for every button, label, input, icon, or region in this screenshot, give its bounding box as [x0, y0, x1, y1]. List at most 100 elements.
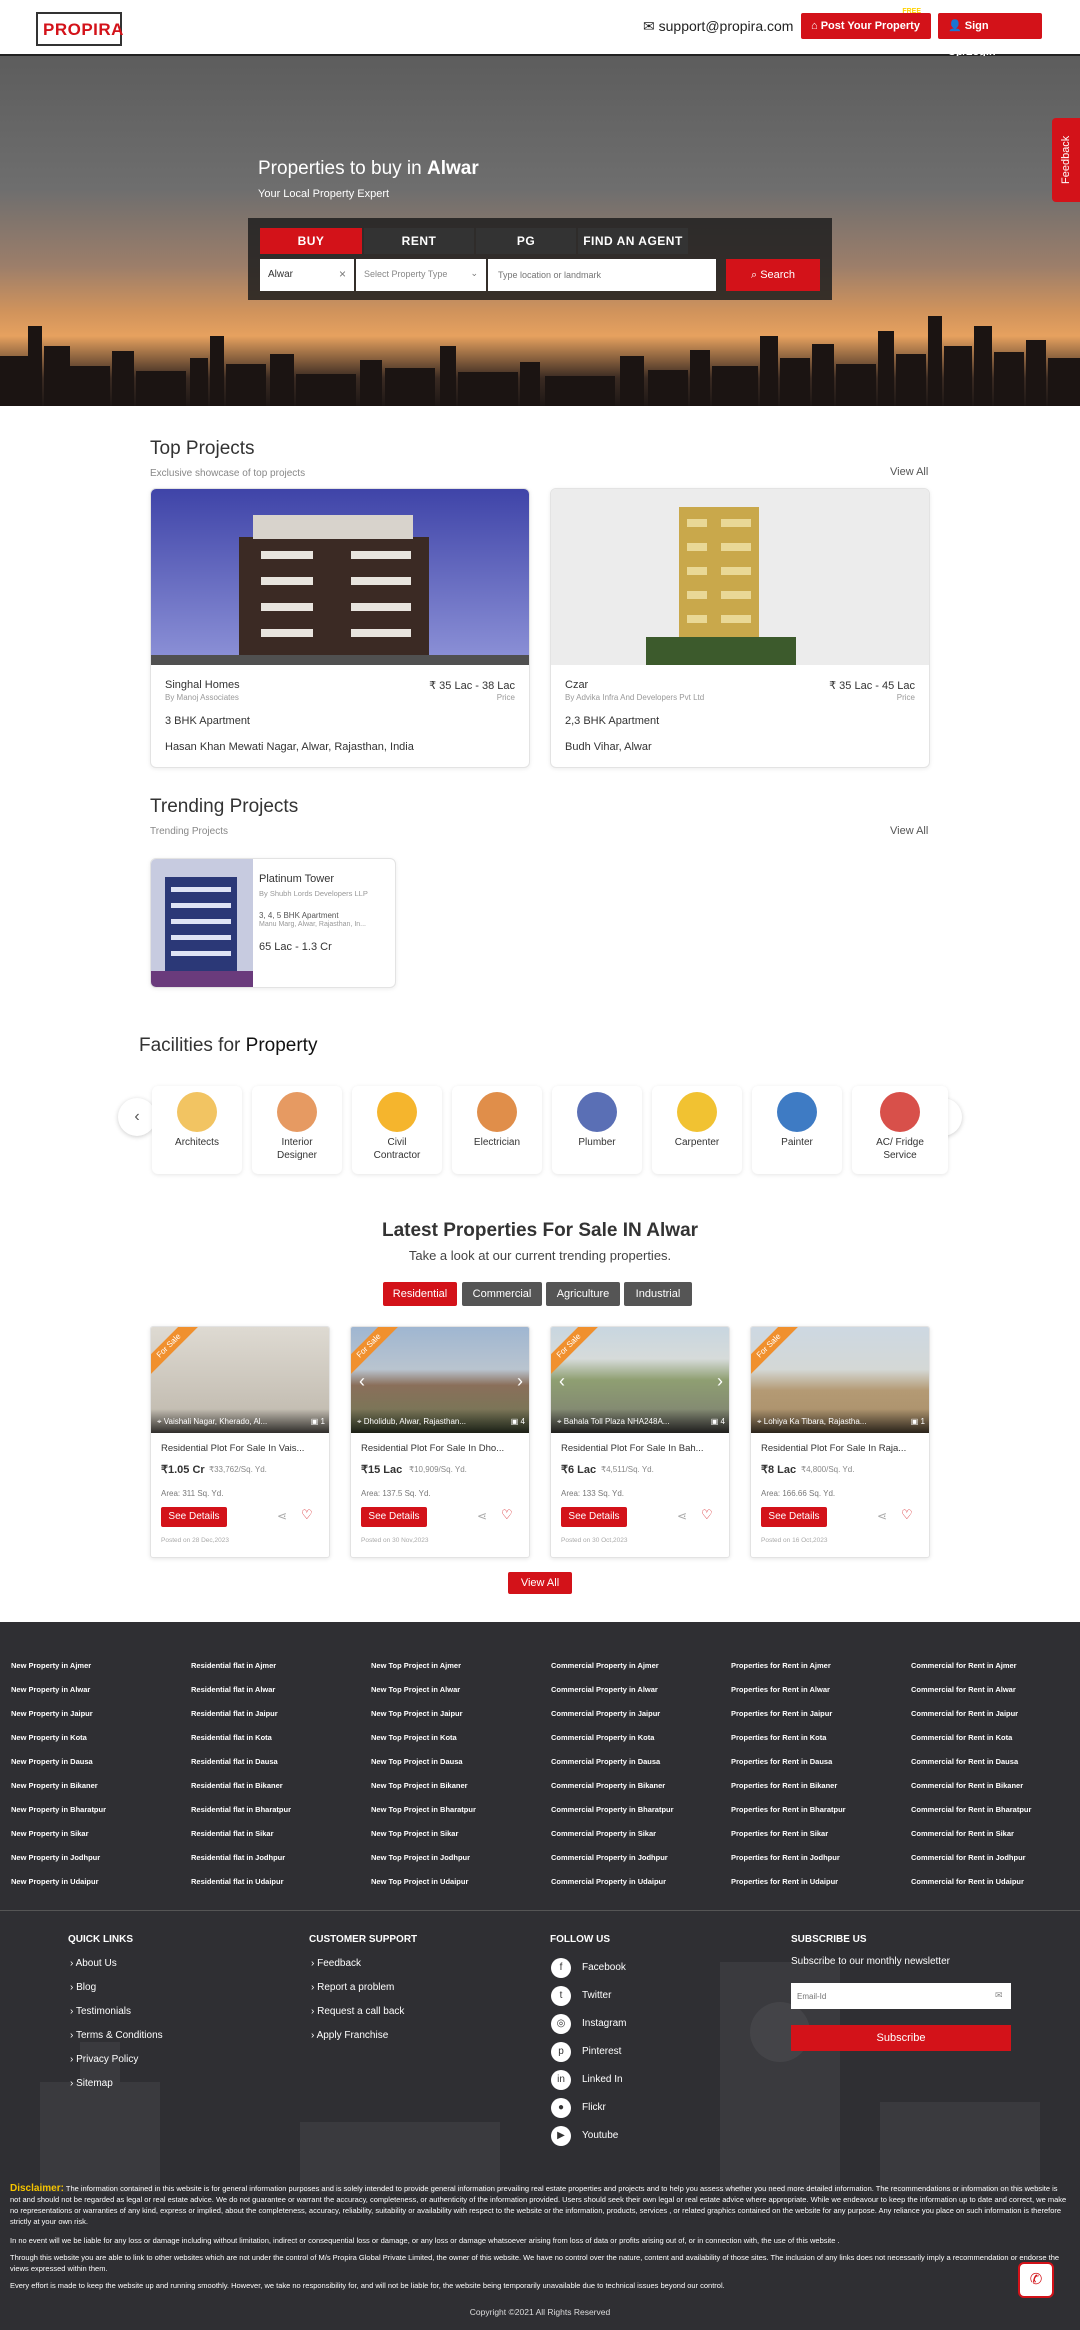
facility-interior-designer[interactable]: Interior Designer	[252, 1086, 342, 1174]
support-link-franchise[interactable]: › Apply Franchise	[311, 2030, 388, 2041]
category-industrial[interactable]: Industrial	[624, 1282, 692, 1306]
newsletter-email-input[interactable]	[791, 1983, 1011, 2009]
social-flickr[interactable]: Flickr	[582, 2102, 606, 2113]
see-details-button[interactable]: See Details	[561, 1507, 627, 1527]
facility-plumber[interactable]: Plumber	[552, 1086, 642, 1174]
city-link[interactable]: Commercial Property in Bikaner	[551, 1781, 665, 1790]
image-next-arrow[interactable]: ›	[517, 1371, 523, 1392]
city-link[interactable]: Commercial Property in Jaipur	[551, 1709, 660, 1718]
property-card[interactable]: For Sale ‹ › ⌖ Dholidub, Alwar, Rajastha…	[350, 1326, 530, 1558]
city-link[interactable]: New Top Project in Udaipur	[371, 1877, 468, 1886]
city-link[interactable]: New Property in Udaipur	[11, 1877, 99, 1886]
city-link[interactable]: New Top Project in Ajmer	[371, 1661, 461, 1670]
city-link[interactable]: Properties for Rent in Jaipur	[731, 1709, 832, 1718]
facility-painter[interactable]: Painter	[752, 1086, 842, 1174]
city-link[interactable]: New Property in Ajmer	[11, 1661, 91, 1670]
city-link[interactable]: Commercial for Rent in Sikar	[911, 1829, 1014, 1838]
trending-view-all[interactable]: View All	[890, 825, 928, 837]
share-icon[interactable]: ⋖	[277, 1509, 287, 1523]
tab-find-agent[interactable]: FIND AN AGENT	[578, 228, 688, 254]
city-link[interactable]: Residential flat in Bharatpur	[191, 1805, 291, 1814]
clear-icon[interactable]: ×	[339, 267, 346, 281]
city-link[interactable]: Properties for Rent in Bharatpur	[731, 1805, 846, 1814]
city-link[interactable]: Residential flat in Dausa	[191, 1757, 278, 1766]
flickr-icon[interactable]: ●	[551, 2098, 571, 2118]
propira-logo[interactable]: PROPIRA	[36, 12, 123, 46]
city-link[interactable]: New Property in Jaipur	[11, 1709, 93, 1718]
support-link-callback[interactable]: › Request a call back	[311, 2006, 404, 2017]
footer-link-about[interactable]: › About Us	[70, 1958, 117, 1969]
city-link[interactable]: Residential flat in Bikaner	[191, 1781, 283, 1790]
twitter-icon[interactable]: t	[551, 1986, 571, 2006]
city-link[interactable]: Commercial Property in Alwar	[551, 1685, 658, 1694]
city-link[interactable]: Commercial Property in Sikar	[551, 1829, 656, 1838]
heart-icon[interactable]: ♡	[301, 1507, 313, 1523]
support-email[interactable]: ✉ support@propira.com	[643, 18, 793, 35]
feedback-tab[interactable]: Feedback	[1052, 118, 1080, 202]
city-link[interactable]: Commercial Property in Jodhpur	[551, 1853, 668, 1862]
trending-project-card[interactable]: Platinum Tower By Shubh Lords Developers…	[150, 858, 396, 988]
category-commercial[interactable]: Commercial	[462, 1282, 542, 1306]
project-card[interactable]: Czar By Advika Infra And Developers Pvt …	[550, 488, 930, 768]
footer-link-terms[interactable]: › Terms & Conditions	[70, 2030, 163, 2041]
facilities-prev-arrow[interactable]: ‹	[118, 1098, 156, 1136]
support-link-feedback[interactable]: › Feedback	[311, 1958, 361, 1969]
city-link[interactable]: New Property in Dausa	[11, 1757, 93, 1766]
footer-link-privacy[interactable]: › Privacy Policy	[70, 2054, 138, 2065]
city-link[interactable]: Commercial Property in Bharatpur	[551, 1805, 674, 1814]
social-instagram[interactable]: Instagram	[582, 2018, 626, 2029]
category-residential[interactable]: Residential	[383, 1282, 457, 1306]
city-link[interactable]: New Property in Jodhpur	[11, 1853, 100, 1862]
city-link[interactable]: Properties for Rent in Ajmer	[731, 1661, 831, 1670]
image-next-arrow[interactable]: ›	[717, 1371, 723, 1392]
city-link[interactable]: Residential flat in Jaipur	[191, 1709, 278, 1718]
city-link[interactable]: Properties for Rent in Bikaner	[731, 1781, 837, 1790]
see-details-button[interactable]: See Details	[361, 1507, 427, 1527]
signup-login-button[interactable]: 👤 Sign Up/Login	[938, 13, 1042, 58]
city-link[interactable]: Commercial for Rent in Kota	[911, 1733, 1012, 1742]
property-card[interactable]: For Sale ‹ › ⌖ Bahala Toll Plaza NHA248A…	[550, 1326, 730, 1558]
city-link[interactable]: Commercial Property in Dausa	[551, 1757, 660, 1766]
city-link[interactable]: Residential flat in Alwar	[191, 1685, 275, 1694]
city-link[interactable]: Properties for Rent in Sikar	[731, 1829, 828, 1838]
pinterest-icon[interactable]: p	[551, 2042, 571, 2062]
city-link[interactable]: Properties for Rent in Udaipur	[731, 1877, 838, 1886]
city-link[interactable]: New Top Project in Bharatpur	[371, 1805, 476, 1814]
city-link[interactable]: New Top Project in Jaipur	[371, 1709, 463, 1718]
see-details-button[interactable]: See Details	[161, 1507, 227, 1527]
facility-electrician[interactable]: Electrician	[452, 1086, 542, 1174]
tab-rent[interactable]: RENT	[364, 228, 474, 254]
social-linkedin[interactable]: Linked In	[582, 2074, 623, 2085]
city-link[interactable]: Commercial Property in Kota	[551, 1733, 654, 1742]
facility-architects[interactable]: Architects	[152, 1086, 242, 1174]
social-twitter[interactable]: Twitter	[582, 1990, 611, 2001]
footer-link-sitemap[interactable]: › Sitemap	[70, 2078, 113, 2089]
chat-icon[interactable]: ✆	[1018, 2262, 1054, 2298]
search-button[interactable]: ⌕ Search	[726, 259, 820, 291]
social-pinterest[interactable]: Pinterest	[582, 2046, 621, 2057]
heart-icon[interactable]: ♡	[701, 1507, 713, 1523]
city-link[interactable]: Commercial for Rent in Bharatpur	[911, 1805, 1031, 1814]
heart-icon[interactable]: ♡	[501, 1507, 513, 1523]
image-prev-arrow[interactable]: ‹	[359, 1371, 365, 1392]
image-prev-arrow[interactable]: ‹	[559, 1371, 565, 1392]
city-link[interactable]: Commercial for Rent in Ajmer	[911, 1661, 1017, 1670]
top-projects-view-all[interactable]: View All	[890, 466, 928, 478]
city-link[interactable]: New Property in Alwar	[11, 1685, 90, 1694]
city-link[interactable]: New Top Project in Jodhpur	[371, 1853, 470, 1862]
post-property-button[interactable]: ⌂ Post Your Property FREE	[801, 8, 931, 39]
category-agriculture[interactable]: Agriculture	[546, 1282, 620, 1306]
subscribe-button[interactable]: Subscribe	[791, 2025, 1011, 2051]
city-link[interactable]: New Property in Kota	[11, 1733, 87, 1742]
city-link[interactable]: Commercial for Rent in Bikaner	[911, 1781, 1023, 1790]
city-select[interactable]: Alwar ×	[260, 259, 354, 291]
footer-link-blog[interactable]: › Blog	[70, 1982, 96, 1993]
city-link[interactable]: New Property in Sikar	[11, 1829, 89, 1838]
city-link[interactable]: Commercial for Rent in Dausa	[911, 1757, 1018, 1766]
city-link[interactable]: New Top Project in Alwar	[371, 1685, 460, 1694]
linkedin-icon[interactable]: in	[551, 2070, 571, 2090]
city-link[interactable]: New Property in Bikaner	[11, 1781, 98, 1790]
latest-view-all-button[interactable]: View All	[508, 1572, 572, 1594]
city-link[interactable]: New Top Project in Bikaner	[371, 1781, 468, 1790]
city-link[interactable]: Residential flat in Sikar	[191, 1829, 274, 1838]
